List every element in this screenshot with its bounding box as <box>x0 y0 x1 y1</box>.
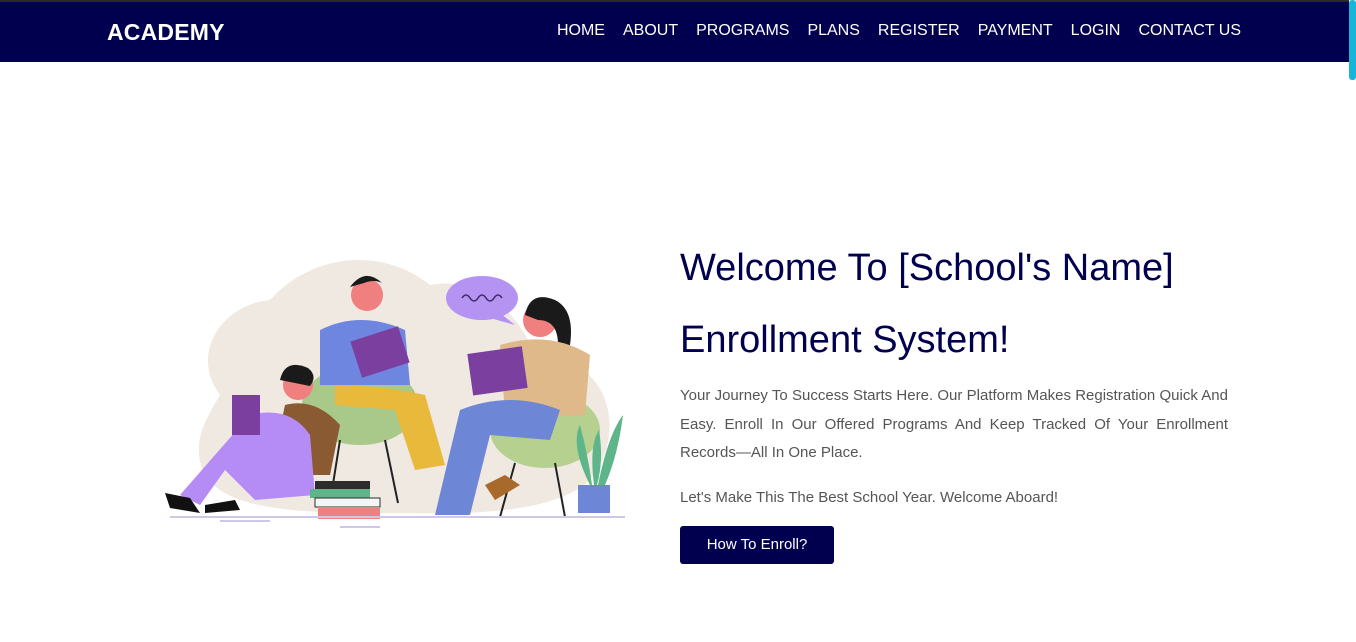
nav-link-register[interactable]: REGISTER <box>878 22 960 39</box>
left-student-shoe-b <box>205 500 240 513</box>
nav-item-home: HOME <box>557 22 605 40</box>
hero-text-block: Welcome To [School's Name] Enrollment Sy… <box>680 232 1228 564</box>
nav-item-register: REGISTER <box>878 22 960 40</box>
top-navbar: ACADEMY HOME ABOUT PROGRAMS PLANS REGIST… <box>0 2 1356 62</box>
students-reading-illustration <box>165 259 625 528</box>
nav-item-about: ABOUT <box>623 22 678 40</box>
hero-description: Your Journey To Success Starts Here. Our… <box>680 387 1228 461</box>
nav-item-programs: PROGRAMS <box>696 22 789 40</box>
hero-title: Welcome To [School's Name] Enrollment Sy… <box>680 247 1174 361</box>
nav-link-login[interactable]: LOGIN <box>1071 22 1121 39</box>
plant-pot <box>578 485 610 513</box>
nav-item-login: LOGIN <box>1071 22 1121 40</box>
nav-link-about[interactable]: ABOUT <box>623 22 678 39</box>
brand-logo[interactable]: ACADEMY <box>107 19 225 46</box>
scrollbar-thumb[interactable] <box>1349 0 1356 80</box>
book-stack-3 <box>314 497 381 508</box>
nav-link-plans[interactable]: PLANS <box>807 22 859 39</box>
hero-tagline: Let's Make This The Best School Year. We… <box>680 488 1059 506</box>
book-stack-1 <box>315 481 370 489</box>
nav-link-payment[interactable]: PAYMENT <box>978 22 1053 39</box>
how-to-enroll-button[interactable]: How To Enroll? <box>680 525 834 564</box>
book-stack-2 <box>310 489 370 498</box>
nav-item-payment: PAYMENT <box>978 22 1053 40</box>
nav-item-plans: PLANS <box>807 22 859 40</box>
right-student-book <box>467 346 528 396</box>
nav-item-contact-us: CONTACT US <box>1138 22 1241 40</box>
floor-dashes <box>220 520 380 528</box>
speech-bubble <box>446 276 518 320</box>
nav-link-programs[interactable]: PROGRAMS <box>696 22 789 39</box>
nav-link-home[interactable]: HOME <box>557 22 605 39</box>
scrollbar-track[interactable] <box>1349 0 1356 642</box>
left-student-book <box>232 395 260 435</box>
nav-link-contact-us[interactable]: CONTACT US <box>1138 22 1241 39</box>
main-nav: HOME ABOUT PROGRAMS PLANS REGISTER PAYME… <box>557 22 1241 40</box>
